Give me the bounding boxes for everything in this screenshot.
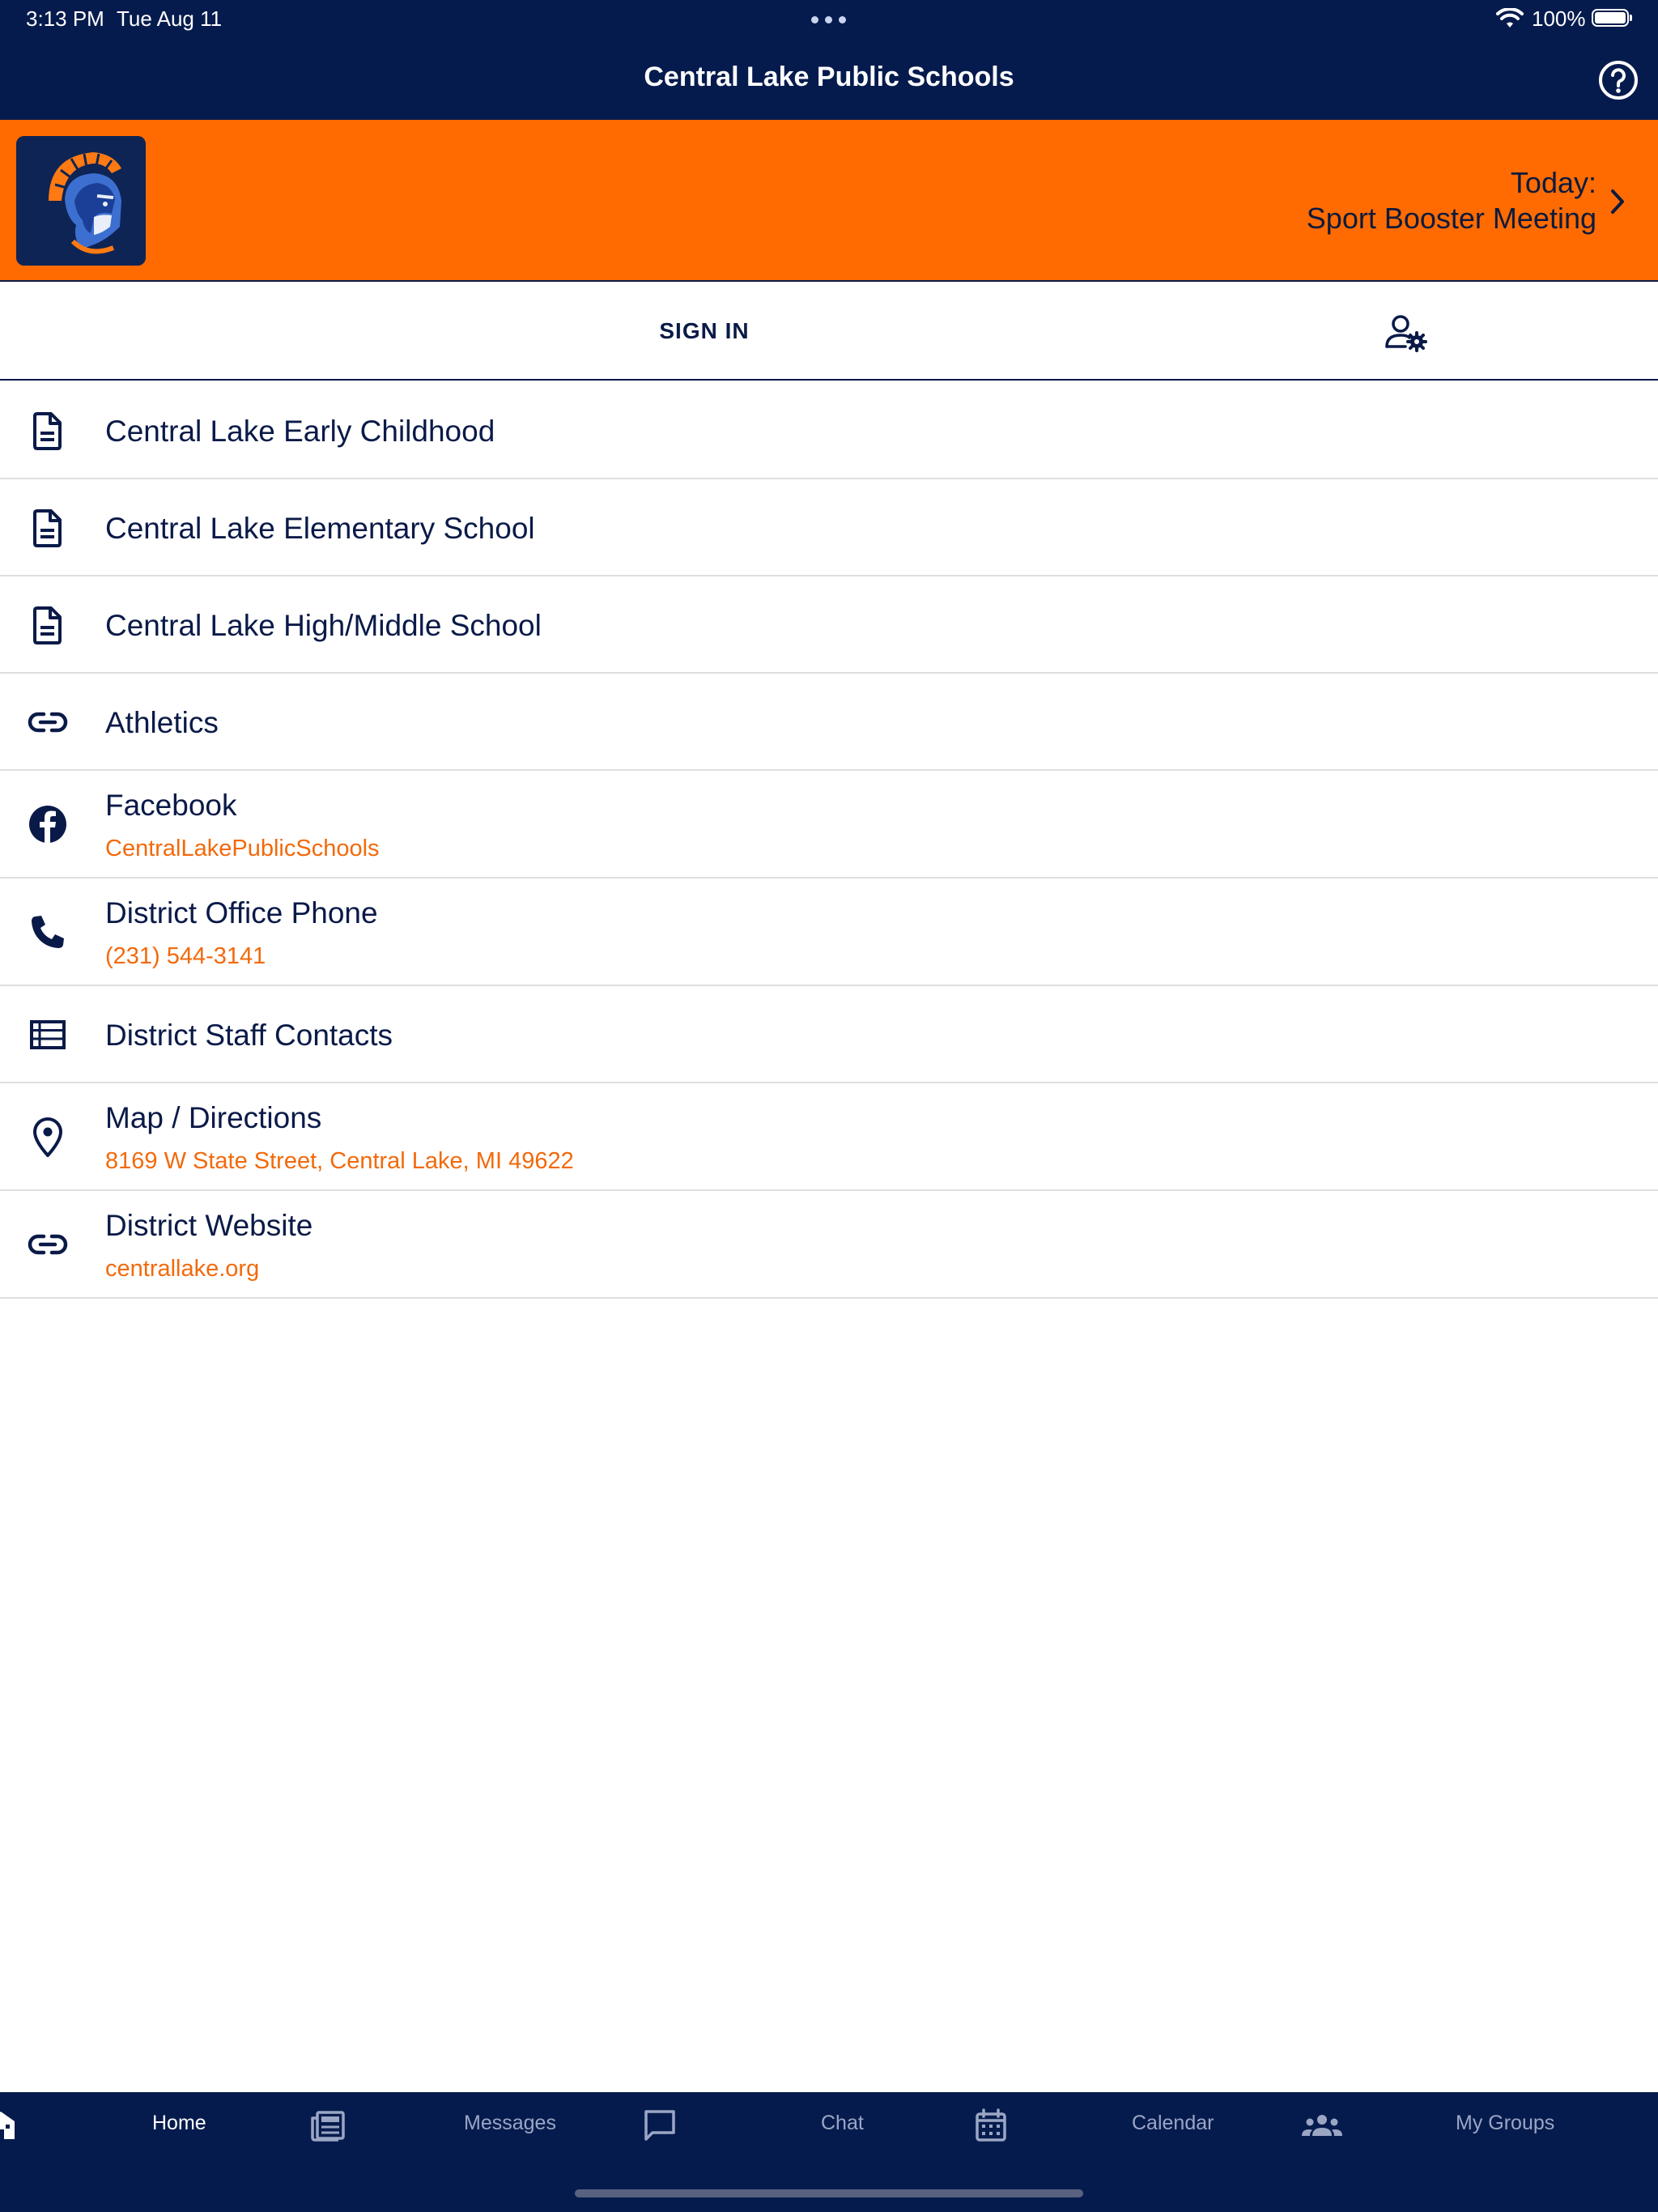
list-item-district-website[interactable]: District Website centrallake.org — [0, 1191, 1658, 1299]
tab-label: My Groups — [1456, 2112, 1555, 2134]
battery-percent: 100% — [1532, 6, 1586, 31]
wifi-icon — [1496, 8, 1524, 28]
today-label: Today: — [1510, 166, 1596, 199]
list-item-title: Central Lake High/Middle School — [105, 609, 542, 642]
list-item-subtitle[interactable]: (231) 544-3141 — [105, 943, 266, 970]
tab-calendar[interactable]: Calendar — [971, 2092, 1263, 2157]
help-circle-icon[interactable] — [1596, 58, 1640, 102]
list-item-staff-contacts[interactable]: District Staff Contacts — [0, 986, 1658, 1083]
document-icon — [33, 412, 62, 450]
chat-bubble-icon — [644, 2110, 675, 2141]
list-item-subtitle[interactable]: centrallake.org — [105, 1256, 259, 1283]
tab-label: Chat — [821, 2112, 864, 2134]
app-header: Central Lake Public Schools — [0, 39, 1658, 120]
list-item-high-middle[interactable]: Central Lake High/Middle School — [0, 576, 1658, 674]
list-icon — [30, 1020, 66, 1049]
status-bar: 3:13 PM Tue Aug 11 100% — [0, 0, 1658, 39]
spartan-helmet-logo — [16, 136, 146, 266]
list-item-title: Facebook — [105, 789, 237, 822]
user-settings-icon[interactable] — [1384, 313, 1430, 353]
document-icon — [33, 509, 62, 547]
tab-label: Calendar — [1132, 2112, 1214, 2134]
phone-icon — [32, 916, 64, 948]
list-item-title: Map / Directions — [105, 1101, 322, 1134]
tab-label: Messages — [464, 2112, 556, 2134]
list-item-facebook[interactable]: Facebook CentralLakePublicSchools — [0, 771, 1658, 878]
list-item-title: Central Lake Early Childhood — [105, 415, 495, 448]
list-item-title: District Website — [105, 1209, 313, 1242]
tab-messages[interactable]: Messages — [308, 2092, 599, 2157]
multitasking-dots[interactable] — [810, 6, 848, 32]
chevron-right-icon[interactable] — [1606, 188, 1629, 215]
tab-chat[interactable]: Chat — [640, 2092, 931, 2157]
tab-my-groups[interactable]: My Groups — [1299, 2092, 1639, 2157]
list-item-title: Central Lake Elementary School — [105, 512, 535, 545]
status-time: 3:13 PM — [26, 6, 104, 31]
tab-home[interactable]: Home — [0, 2092, 291, 2157]
map-pin-icon — [33, 1117, 62, 1157]
list-item-early-childhood[interactable]: Central Lake Early Childhood — [0, 382, 1658, 479]
today-event[interactable]: Today: Sport Booster Meeting — [1307, 165, 1596, 236]
today-event-title: Sport Booster Meeting — [1306, 202, 1596, 235]
page-title: Central Lake Public Schools — [644, 62, 1014, 92]
list-item-map-directions[interactable]: Map / Directions 8169 W State Street, Ce… — [0, 1083, 1658, 1191]
signin-bar: SIGN IN — [0, 283, 1658, 381]
list-item-subtitle[interactable]: 8169 W State Street, Central Lake, MI 49… — [105, 1148, 574, 1175]
calendar-icon — [976, 2108, 1006, 2142]
list-item-title: Athletics — [105, 706, 219, 739]
link-list: Central Lake Early Childhood Central Lak… — [0, 382, 1658, 1299]
facebook-icon — [29, 806, 66, 843]
list-item-office-phone[interactable]: District Office Phone (231) 544-3141 — [0, 878, 1658, 986]
list-item-elementary[interactable]: Central Lake Elementary School — [0, 479, 1658, 576]
list-item-title: District Staff Contacts — [105, 1019, 393, 1052]
document-icon — [33, 606, 62, 644]
today-banner[interactable]: Today: Sport Booster Meeting — [0, 120, 1658, 282]
school-icon — [0, 2112, 15, 2139]
tab-label: Home — [152, 2112, 206, 2134]
list-item-subtitle[interactable]: CentralLakePublicSchools — [105, 836, 380, 862]
list-item-athletics[interactable]: Athletics — [0, 674, 1658, 771]
battery-icon — [1592, 9, 1632, 27]
link-icon — [28, 1234, 68, 1255]
newspaper-icon — [311, 2111, 345, 2142]
status-date: Tue Aug 11 — [117, 6, 223, 31]
list-item-title: District Office Phone — [105, 896, 378, 929]
link-icon — [28, 712, 68, 733]
sign-in-button[interactable]: SIGN IN — [0, 283, 1409, 379]
groups-icon — [1302, 2115, 1342, 2136]
home-indicator[interactable] — [575, 2189, 1083, 2197]
